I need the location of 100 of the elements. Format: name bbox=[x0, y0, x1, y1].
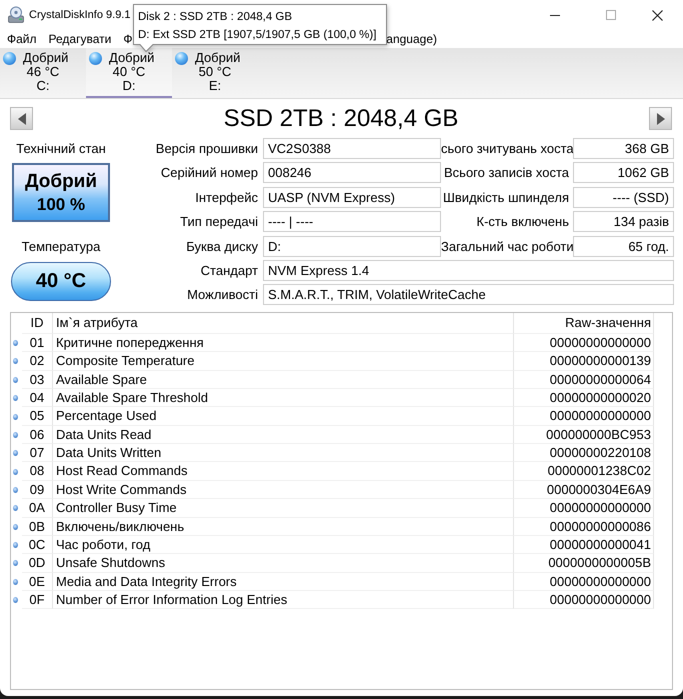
status-dot-icon bbox=[13, 578, 18, 585]
field-value: VC2S0388 bbox=[263, 138, 441, 159]
disk-tab[interactable]: Добрий 46 °C C: bbox=[0, 48, 86, 98]
status-dot-icon bbox=[13, 432, 18, 438]
status-dot-icon bbox=[13, 560, 18, 566]
attribute-name: Host Write Commands bbox=[52, 480, 513, 500]
field-label: Версія прошивки bbox=[154, 140, 259, 158]
field-value: ---- (SSD) bbox=[573, 186, 674, 208]
field-value: 65 год. bbox=[573, 236, 674, 257]
attribute-name: Data Units Read bbox=[52, 426, 513, 444]
field-value: UASP (NVM Express) bbox=[263, 186, 441, 208]
health-label: Технічний стан bbox=[16, 140, 106, 158]
status-dot-icon bbox=[89, 52, 102, 64]
field-value: NVM Express 1.4 bbox=[263, 260, 674, 281]
raw-value: 0000000304E6A9 bbox=[513, 480, 654, 500]
field-label: Серійний номер bbox=[160, 164, 259, 182]
raw-value: 00000000000064 bbox=[513, 370, 654, 390]
attribute-id: 06 bbox=[22, 426, 52, 444]
disk-drive-icon bbox=[7, 6, 25, 24]
maximize-icon bbox=[606, 10, 616, 20]
column-header[interactable]: Raw-значення bbox=[513, 312, 654, 334]
attribute-id: 03 bbox=[22, 370, 52, 390]
temperature-indicator: 40 °C bbox=[11, 262, 111, 301]
menu-item[interactable]: Ф bbox=[117, 30, 138, 48]
field-label: Всього записів хоста bbox=[443, 164, 570, 182]
raw-value: 00000000000086 bbox=[513, 518, 654, 536]
field-label: сього зчитувань хоста bbox=[441, 140, 573, 158]
status-dot-icon bbox=[13, 414, 18, 420]
status-dot-icon bbox=[13, 486, 18, 493]
minimize-icon bbox=[550, 14, 560, 16]
attribute-name: Критичне попередження bbox=[52, 334, 513, 352]
left-triangle-icon bbox=[18, 112, 26, 124]
field-label: Швидкість шпинделя bbox=[442, 188, 570, 207]
raw-value: 00000001238C02 bbox=[513, 462, 654, 481]
column-header[interactable]: ID bbox=[22, 312, 52, 334]
menu-item[interactable]: Редагувати bbox=[42, 30, 118, 48]
previous-disk-button[interactable] bbox=[10, 107, 33, 130]
raw-value: 00000000000000 bbox=[513, 407, 654, 426]
attribute-name: Включень/виключень bbox=[52, 518, 513, 536]
disk-tab[interactable]: Добрий 50 °C E: bbox=[172, 48, 258, 98]
status-dot-icon bbox=[13, 450, 18, 456]
field-value: 008246 bbox=[263, 162, 441, 184]
field-value: ---- | ---- bbox=[263, 211, 441, 232]
tooltip-text: D: Ext SSD 2TB [1907,5/1907,5 GB (100,0 %)] bbox=[138, 28, 376, 43]
disk-tab[interactable]: Добрий 40 °C D: bbox=[86, 48, 172, 98]
raw-value: 00000000000020 bbox=[513, 389, 654, 408]
status-dot-icon bbox=[175, 52, 188, 64]
attribute-name: Number of Error Information Log Entries bbox=[52, 590, 513, 610]
attribute-name: Unsafe Shutdowns bbox=[52, 554, 513, 573]
attribute-id: 0C bbox=[22, 536, 52, 554]
attribute-id: 0B bbox=[22, 518, 52, 536]
field-value: D: bbox=[263, 236, 441, 257]
raw-value: 00000000000041 bbox=[513, 536, 654, 554]
field-label: Буква диску bbox=[185, 238, 259, 256]
attribute-name: Media and Data Integrity Errors bbox=[52, 572, 513, 591]
field-label: Тип передачі bbox=[179, 213, 259, 232]
status-dot-icon bbox=[13, 597, 18, 604]
menu-item[interactable]: Файл bbox=[1, 30, 43, 48]
attribute-id: 08 bbox=[22, 462, 52, 481]
close-icon bbox=[652, 10, 662, 20]
field-value: 368 GB bbox=[573, 138, 674, 159]
health-percent-text: 100 % bbox=[36, 194, 86, 216]
attribute-id: 04 bbox=[22, 389, 52, 408]
attribute-name: Час роботи, год bbox=[52, 536, 513, 554]
status-dot-icon bbox=[13, 395, 18, 402]
attribute-name: Host Read Commands bbox=[52, 462, 513, 481]
raw-value: 00000000000139 bbox=[513, 352, 654, 371]
field-value: 1062 GB bbox=[573, 162, 674, 184]
field-value: 134 разів bbox=[573, 211, 674, 232]
status-dot-icon bbox=[13, 358, 18, 364]
field-value: S.M.A.R.T., TRIM, VolatileWriteCache bbox=[263, 284, 674, 306]
raw-value: 00000000000000 bbox=[513, 572, 654, 591]
attribute-id: 02 bbox=[22, 352, 52, 371]
raw-value: 0000000000005B bbox=[513, 554, 654, 573]
attribute-name: Data Units Written bbox=[52, 444, 513, 462]
status-dot-icon bbox=[13, 468, 18, 475]
attribute-id: 05 bbox=[22, 407, 52, 426]
status-dot-icon bbox=[13, 340, 18, 346]
attribute-id: 0F bbox=[22, 590, 52, 610]
status-dot-icon bbox=[13, 376, 18, 383]
attribute-id: 0E bbox=[22, 572, 52, 591]
attribute-id: 0A bbox=[22, 499, 52, 518]
field-label: Інтерфейс bbox=[194, 188, 259, 207]
raw-value: 00000000000000 bbox=[513, 590, 654, 610]
status-dot-icon bbox=[13, 524, 18, 530]
raw-value: 00000000000000 bbox=[513, 499, 654, 518]
next-disk-button[interactable] bbox=[649, 107, 672, 130]
attribute-id: 07 bbox=[22, 444, 52, 462]
attribute-id: 0D bbox=[22, 554, 52, 573]
attribute-name: Available Spare bbox=[52, 370, 513, 390]
menu-item[interactable]: anguage) bbox=[380, 30, 443, 48]
disk-title: SSD 2TB : 2048,4 GB bbox=[222, 107, 460, 131]
attribute-name: Controller Busy Time bbox=[52, 499, 513, 518]
column-header[interactable]: Ім`я атрибута bbox=[52, 312, 513, 334]
temperature-label: Температура bbox=[22, 238, 100, 256]
window-title: CrystalDiskInfo 9.9.1 bbox=[29, 9, 130, 21]
status-dot-icon bbox=[13, 542, 18, 548]
status-dot-icon bbox=[3, 52, 16, 64]
health-status-text: Добрий bbox=[24, 170, 98, 194]
field-label: Загальний час роботи bbox=[441, 238, 573, 256]
